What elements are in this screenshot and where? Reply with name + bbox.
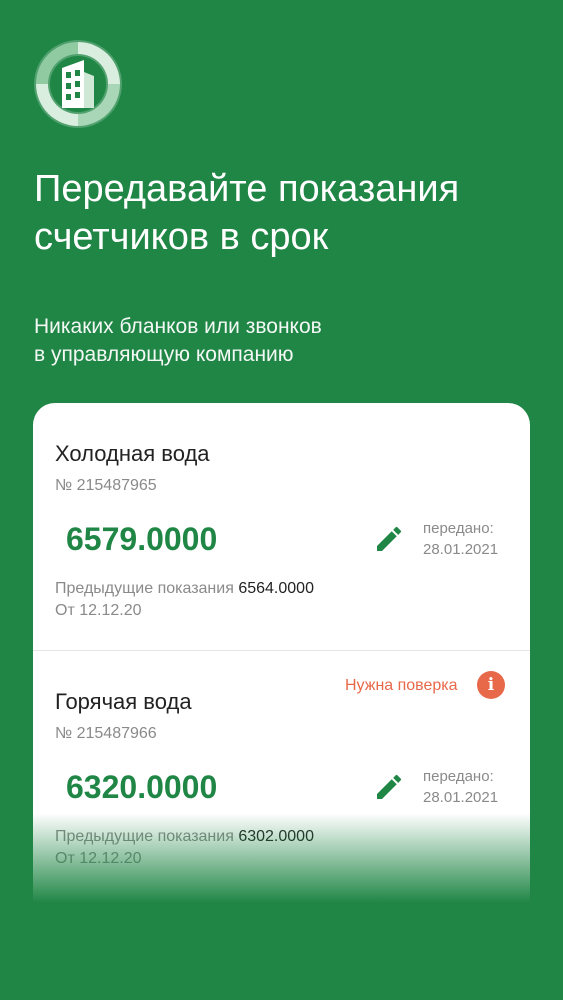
prev-label: Предыдущие показания <box>55 580 234 597</box>
prev-date: От 12.12.20 <box>55 602 142 619</box>
info-icon[interactable]: i <box>477 671 505 699</box>
headline-line-2: счетчиков в срок <box>34 216 329 258</box>
previous-reading: Предыдущие показания 6564.0000 От 12.12.… <box>55 578 314 622</box>
prev-value: 6302.0000 <box>238 828 314 845</box>
building-ring-logo-icon <box>34 40 122 128</box>
meter-hot-water[interactable]: Горячая вода № 215487966 Нужна поверка i… <box>33 650 530 898</box>
meter-title: Горячая вода <box>55 689 192 714</box>
app-logo <box>32 38 124 130</box>
edit-pencil-icon[interactable] <box>373 771 405 803</box>
sent-label: передано: <box>423 520 494 537</box>
prev-label: Предыдущие показания <box>55 828 234 845</box>
edit-pencil-icon[interactable] <box>373 523 405 555</box>
page-headline: Передавайте показания счетчиков в срок <box>34 165 544 261</box>
sent-label: передано: <box>423 768 494 785</box>
meter-title: Холодная вода <box>55 441 210 466</box>
sent-date: 28.01.2021 <box>423 541 499 558</box>
prev-date: От 12.12.20 <box>55 850 142 867</box>
meters-card: Холодная вода № 215487965 6579.0000 пере… <box>33 403 530 903</box>
verification-warning: Нужна поверка <box>345 677 458 694</box>
meter-number: № 215487965 <box>55 477 157 494</box>
meter-cold-water[interactable]: Холодная вода № 215487965 6579.0000 пере… <box>33 403 530 650</box>
sent-date: 28.01.2021 <box>423 789 499 806</box>
previous-reading: Предыдущие показания 6302.0000 От 12.12.… <box>55 826 314 870</box>
meter-value: 6579.0000 <box>66 521 218 557</box>
sent-info: передано: 28.01.2021 <box>423 518 498 560</box>
prev-value: 6564.0000 <box>238 580 314 597</box>
meter-number: № 215487966 <box>55 725 157 742</box>
subtitle-line-2: в управляющую компанию <box>34 343 294 366</box>
meter-value: 6320.0000 <box>66 769 218 805</box>
page-subtitle: Никаких бланков или звонков в управляющу… <box>34 313 514 369</box>
sent-info: передано: 28.01.2021 <box>423 766 498 808</box>
subtitle-line-1: Никаких бланков или звонков <box>34 315 322 338</box>
headline-line-1: Передавайте показания <box>34 168 460 210</box>
